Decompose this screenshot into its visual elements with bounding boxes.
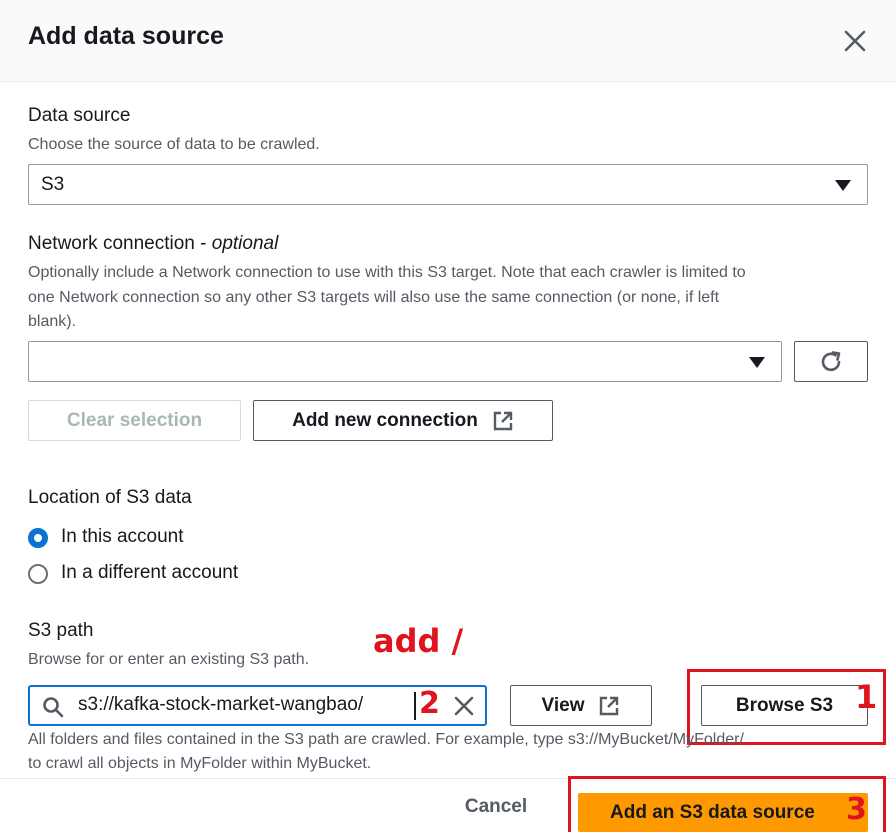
text-cursor (414, 692, 416, 720)
network-connection-select[interactable] (28, 341, 782, 382)
clear-selection-label: Clear selection (66, 409, 203, 431)
view-button[interactable]: View (510, 685, 652, 726)
refresh-button[interactable] (794, 341, 868, 382)
network-connection-label: Network connection - optional (28, 233, 279, 254)
s3-path-label: S3 path (28, 620, 94, 641)
clear-input-icon[interactable] (454, 696, 474, 716)
caret-down-icon (835, 180, 851, 191)
data-source-description: Choose the source of data to be crawled. (28, 136, 320, 153)
caret-down-icon (749, 357, 765, 368)
s3-path-help-line-1: All folders and files contained in the S… (28, 731, 744, 748)
add-new-connection-label: Add new connection (292, 409, 478, 431)
annotation-box-submit (568, 776, 886, 832)
refresh-icon (821, 350, 841, 371)
radio-in-this-account[interactable] (28, 528, 48, 548)
close-icon (844, 30, 866, 52)
clear-selection-button[interactable]: Clear selection (28, 400, 241, 441)
dialog-header: Add data source (0, 0, 896, 82)
annotation-step-1: 1 (855, 678, 878, 716)
radio-label-in-different-account[interactable]: In a different account (61, 562, 238, 584)
external-link-icon (600, 696, 619, 715)
optional-label: optional (211, 233, 279, 254)
network-description-line-3: blank). (28, 313, 77, 330)
dialog-title: Add data source (28, 22, 224, 50)
s3-path-value: s3://kafka-stock-market-wangbao/ (78, 694, 364, 715)
close-button[interactable] (838, 24, 872, 58)
radio-label-in-this-account[interactable]: In this account (61, 526, 184, 548)
annotation-step-2: 2 (419, 686, 440, 721)
external-link-icon (493, 411, 513, 430)
annotation-step-3: 3 (846, 792, 867, 827)
search-icon (43, 697, 64, 718)
s3-path-description: Browse for or enter an existing S3 path. (28, 651, 310, 668)
add-new-connection-button[interactable]: Add new connection (253, 400, 553, 441)
view-label: View (541, 694, 585, 716)
s3-path-help-line-2: to crawl all objects in MyFolder within … (28, 755, 372, 772)
data-source-select[interactable]: S3 (28, 164, 868, 205)
network-description-line-1: Optionally include a Network connection … (28, 264, 746, 281)
location-label: Location of S3 data (28, 487, 192, 508)
cancel-button[interactable]: Cancel (446, 796, 546, 828)
radio-in-different-account[interactable] (28, 564, 48, 584)
data-source-value: S3 (41, 174, 65, 195)
network-description-line-2: one Network connection so any other S3 t… (28, 289, 720, 306)
annotation-add-slash: add / (373, 622, 464, 660)
data-source-label: Data source (28, 105, 131, 126)
